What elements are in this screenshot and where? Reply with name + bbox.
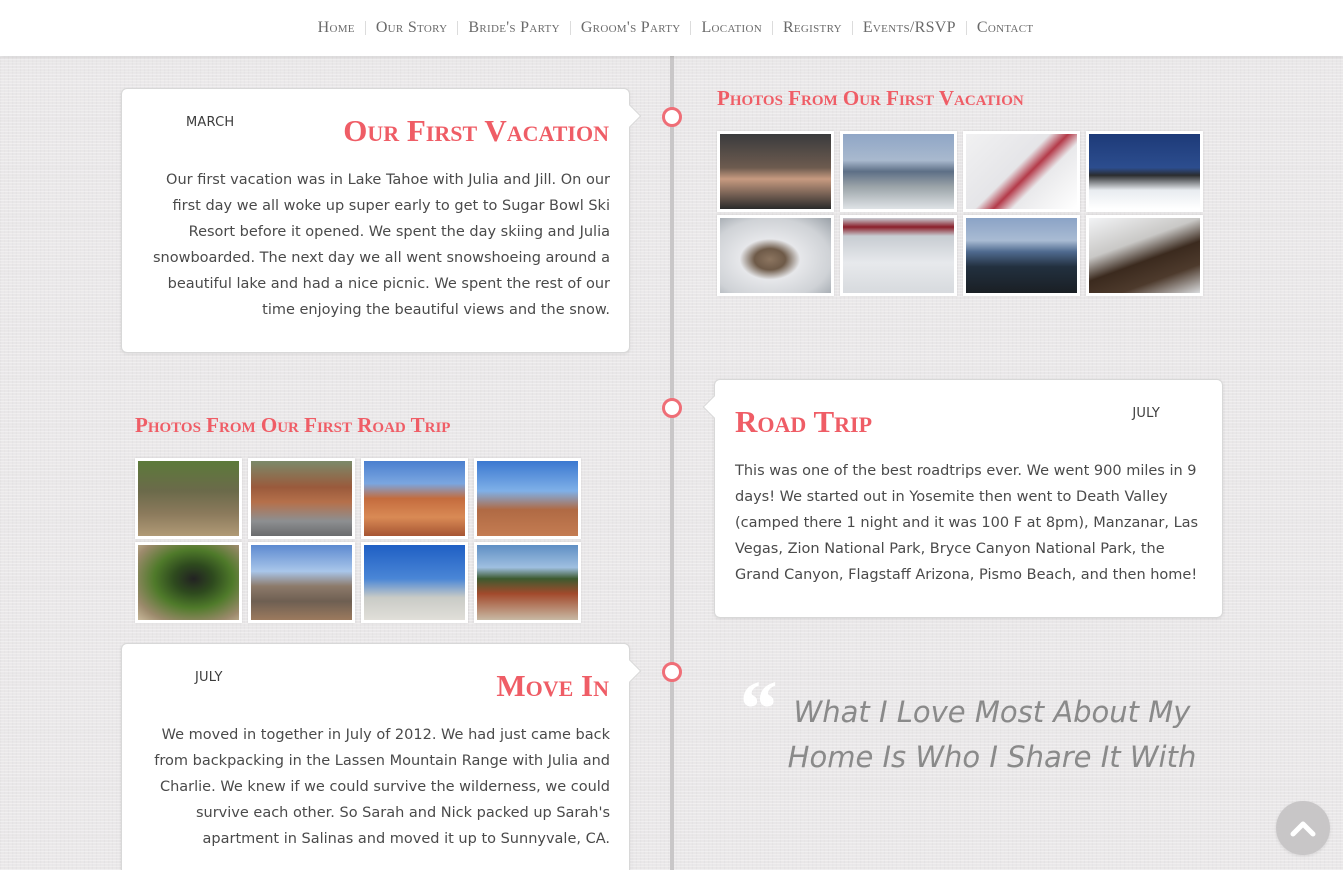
story-card-move-in: JULY Move In We moved in together in Jul… [121, 643, 642, 870]
road-trip-photo-7[interactable] [361, 542, 468, 623]
road-trip-photo-4[interactable] [474, 458, 581, 539]
card-month: JULY [195, 670, 223, 685]
vacation-photo-8[interactable] [1086, 215, 1203, 296]
timeline-dot-road-trip [662, 398, 682, 418]
card-pointer [702, 395, 726, 419]
card-body: We moved in together in July of 2012. We… [154, 727, 610, 847]
card-title: Move In [496, 668, 609, 703]
timeline-dot-move-in [662, 662, 682, 682]
card-pointer [618, 659, 642, 683]
nav-our-story[interactable]: Our Story [364, 20, 458, 36]
nav-list: Home Our Story Bride's Party Groom's Par… [308, 20, 1044, 36]
gallery-title-road-trip: Photos From Our First Road Trip [135, 413, 451, 437]
vacation-photo-4[interactable] [1086, 131, 1203, 212]
back-to-top-button[interactable] [1276, 801, 1330, 855]
timeline-line [670, 56, 674, 870]
road-trip-photo-2[interactable] [248, 458, 355, 539]
nav-location[interactable]: Location [690, 20, 771, 36]
nav-home[interactable]: Home [308, 20, 365, 36]
road-trip-photo-8[interactable] [474, 542, 581, 623]
card-title: Road Trip [735, 404, 873, 439]
road-trip-photo-gallery [135, 458, 581, 623]
nav-grooms-party[interactable]: Groom's Party [569, 20, 691, 36]
nav-registry[interactable]: Registry [771, 20, 852, 36]
timeline-dot-vacation [662, 107, 682, 127]
nav-brides-party[interactable]: Bride's Party [457, 20, 569, 36]
featured-quote: What I Love Most About My Home Is Who I … [787, 695, 1197, 774]
gallery-title-vacation: Photos From Our First Vacation [717, 86, 1024, 110]
road-trip-photo-6[interactable] [248, 542, 355, 623]
card-month: MARCH [186, 115, 235, 130]
vacation-photo-1[interactable] [717, 131, 834, 212]
card-title: Our First Vacation [343, 113, 609, 148]
chevron-up-icon [1290, 821, 1316, 837]
road-trip-photo-1[interactable] [135, 458, 242, 539]
road-trip-photo-5[interactable] [135, 542, 242, 623]
top-navigation: Home Our Story Bride's Party Groom's Par… [0, 0, 1343, 56]
vacation-photo-6[interactable] [840, 215, 957, 296]
card-pointer [618, 104, 642, 128]
road-trip-photo-3[interactable] [361, 458, 468, 539]
card-body: Our first vacation was in Lake Tahoe wit… [152, 172, 610, 318]
nav-events-rsvp[interactable]: Events/RSVP [851, 20, 966, 36]
card-body: This was one of the best roadtrips ever.… [735, 463, 1199, 583]
vacation-photo-7[interactable] [963, 215, 1080, 296]
vacation-photo-2[interactable] [840, 131, 957, 212]
vacation-photo-3[interactable] [963, 131, 1080, 212]
card-month: JULY [1132, 406, 1160, 421]
vacation-photo-gallery [717, 131, 1203, 296]
vacation-photo-5[interactable] [717, 215, 834, 296]
story-card-first-vacation: MARCH Our First Vacation Our first vacat… [121, 88, 642, 353]
story-card-road-trip: Road Trip JULY This was one of the best … [702, 379, 1223, 618]
nav-contact[interactable]: Contact [965, 20, 1044, 36]
